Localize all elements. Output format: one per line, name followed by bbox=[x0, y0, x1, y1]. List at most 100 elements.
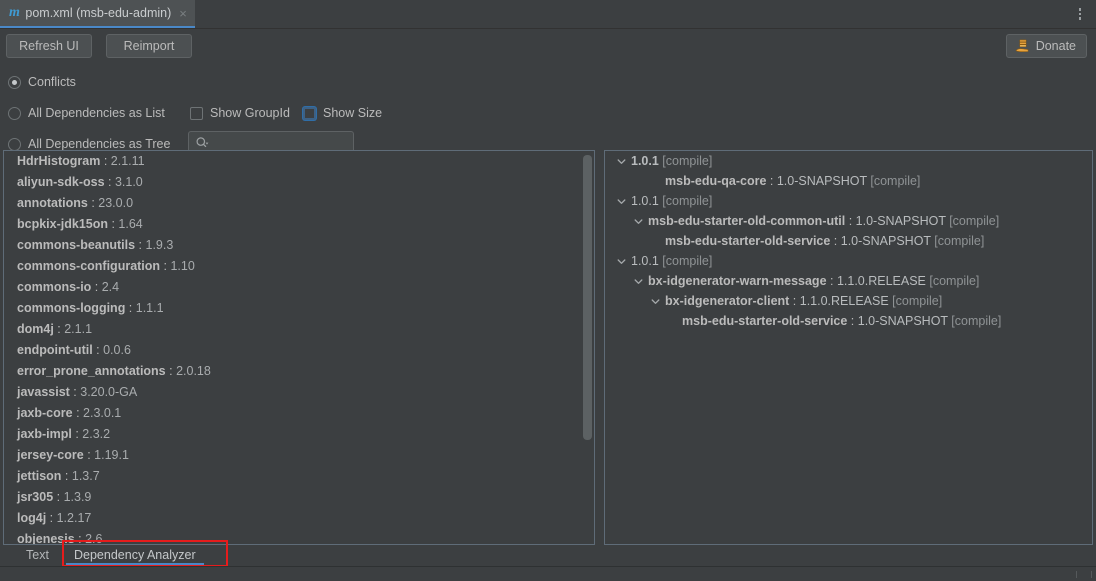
status-bar bbox=[0, 566, 1096, 581]
dependency-separator: : bbox=[104, 175, 115, 189]
dependency-tree-label: msb-edu-starter-old-service : 1.0-SNAPSH… bbox=[665, 231, 984, 251]
dependency-tree-label: bx-idgenerator-warn-message : 1.1.0.RELE… bbox=[648, 271, 979, 291]
dependency-list-item[interactable]: log4j : 1.2.17 bbox=[4, 508, 594, 529]
dependency-tree-row[interactable]: bx-idgenerator-warn-message : 1.1.0.RELE… bbox=[605, 271, 1092, 291]
dependency-list-item[interactable]: jaxb-core : 2.3.0.1 bbox=[4, 403, 594, 424]
chevron-down-icon[interactable] bbox=[615, 255, 628, 268]
dependency-analyzer-window: m pom.xml (msb-edu-admin) × Refresh UI R… bbox=[0, 0, 1096, 581]
dependency-tree-panel: 1.0.1 [compile] msb-edu-qa-core : 1.0-SNA… bbox=[604, 150, 1093, 545]
dependency-list-item[interactable]: objenesis : 2.6 bbox=[4, 529, 594, 544]
radio-conflicts[interactable]: Conflicts bbox=[8, 75, 76, 89]
editor-tab-pom-xml[interactable]: m pom.xml (msb-edu-admin) × bbox=[0, 0, 195, 28]
dependency-separator: : bbox=[91, 280, 102, 294]
dependency-artifact: bcpkix-jdk15on bbox=[17, 217, 108, 231]
dependency-list-item[interactable]: dom4j : 2.1.1 bbox=[4, 319, 594, 340]
chevron-down-icon[interactable] bbox=[615, 195, 628, 208]
radio-indicator bbox=[8, 137, 21, 151]
handle-bar bbox=[1081, 571, 1092, 578]
dependency-tree-row[interactable]: 1.0.1 [compile] bbox=[605, 191, 1092, 211]
dependency-version: 2.1.11 bbox=[110, 154, 145, 168]
reimport-button[interactable]: Reimport bbox=[106, 34, 192, 58]
radio-row-conflicts: Conflicts bbox=[8, 75, 76, 89]
dependency-version: 1.2.17 bbox=[56, 511, 92, 525]
dependency-separator: : bbox=[165, 364, 177, 378]
dependency-scope: [compile] bbox=[925, 274, 980, 288]
dependency-list-item[interactable]: endpoint-util : 0.0.6 bbox=[4, 340, 594, 361]
search-icon bbox=[196, 137, 209, 148]
dependency-scope: [compile] bbox=[888, 294, 943, 308]
dependency-tree-row[interactable]: msb-edu-starter-old-service : 1.0-SNAPSH… bbox=[605, 231, 1092, 251]
dependency-separator: : bbox=[87, 196, 99, 210]
dependency-tree-label: msb-edu-qa-core : 1.0-SNAPSHOT [compile] bbox=[665, 171, 920, 191]
dependency-list[interactable]: HdrHistogram : 2.1.11 aliyun-sdk-oss : 3.… bbox=[4, 151, 594, 544]
dependency-artifact: annotations bbox=[17, 196, 88, 210]
dependency-list-item[interactable]: aliyun-sdk-oss : 3.1.0 bbox=[4, 172, 594, 193]
scrollbar-thumb[interactable] bbox=[583, 155, 592, 440]
dependency-list-item[interactable]: error_prone_annotations : 2.0.18 bbox=[4, 361, 594, 382]
dependency-artifact: aliyun-sdk-oss bbox=[17, 175, 105, 189]
dependency-list-item[interactable]: bcpkix-jdk15on : 1.64 bbox=[4, 214, 594, 235]
tab-dependency-analyzer[interactable]: Dependency Analyzer bbox=[66, 545, 204, 566]
dependency-version: 1.0.1 bbox=[631, 194, 659, 208]
dependency-separator: : bbox=[69, 385, 81, 399]
dependency-list-item[interactable]: javassist : 3.20.0-GA bbox=[4, 382, 594, 403]
refresh-ui-button[interactable]: Refresh UI bbox=[6, 34, 92, 58]
donate-button[interactable]: Donate bbox=[1005, 34, 1087, 58]
dependency-tree-row[interactable]: 1.0.1 [compile] bbox=[605, 251, 1092, 271]
dependency-list-item[interactable]: commons-io : 2.4 bbox=[4, 277, 594, 298]
dependency-separator: : bbox=[125, 301, 136, 315]
dependency-list-item[interactable]: commons-beanutils : 1.9.3 bbox=[4, 235, 594, 256]
dependency-list-item[interactable]: annotations : 23.0.0 bbox=[4, 193, 594, 214]
checkbox-show-size[interactable]: Show Size bbox=[303, 106, 382, 120]
editor-tab-strip: m pom.xml (msb-edu-admin) × bbox=[0, 0, 1096, 29]
radio-row-all-tree: All Dependencies as Tree bbox=[8, 137, 170, 151]
dependency-version: 2.6 bbox=[85, 532, 103, 544]
dependency-tree-row[interactable]: msb-edu-qa-core : 1.0-SNAPSHOT [compile] bbox=[605, 171, 1092, 191]
dependency-artifact: jaxb-impl bbox=[17, 427, 72, 441]
dependency-separator: : bbox=[789, 294, 800, 308]
dependency-list-item[interactable]: jaxb-impl : 2.3.2 bbox=[4, 424, 594, 445]
dependency-tree-row[interactable]: 1.0.1 [compile] bbox=[605, 151, 1092, 171]
dependency-version: 1.3.7 bbox=[71, 469, 100, 483]
chevron-down-icon[interactable] bbox=[632, 275, 645, 288]
dependency-separator: : bbox=[847, 314, 858, 328]
kebab-menu-icon[interactable] bbox=[1071, 5, 1089, 23]
dependency-list-scrollbar[interactable] bbox=[583, 152, 592, 544]
dependency-tree-row[interactable]: bx-idgenerator-client : 1.1.0.RELEASE [c… bbox=[605, 291, 1092, 311]
split-panels: HdrHistogram : 2.1.11 aliyun-sdk-oss : 3.… bbox=[3, 150, 1093, 545]
dependency-version: 1.0-SNAPSHOT bbox=[776, 174, 867, 188]
chevron-down-icon[interactable] bbox=[632, 215, 645, 228]
dependency-artifact: bx-idgenerator-warn-message bbox=[648, 274, 827, 288]
dependency-version: 1.0-SNAPSHOT bbox=[857, 314, 948, 328]
dependency-version: 1.1.0.RELEASE bbox=[836, 274, 926, 288]
dependency-list-item[interactable]: commons-configuration : 1.10 bbox=[4, 256, 594, 277]
dependency-scope: [compile] bbox=[947, 314, 1002, 328]
dependency-list-item[interactable]: jettison : 1.3.7 bbox=[4, 466, 594, 487]
dependency-list-item[interactable]: HdrHistogram : 2.1.11 bbox=[4, 151, 594, 172]
checkbox-show-groupid[interactable]: Show GroupId bbox=[190, 106, 290, 120]
dependency-tree-label: bx-idgenerator-client : 1.1.0.RELEASE [c… bbox=[665, 291, 942, 311]
dependency-list-panel: HdrHistogram : 2.1.11 aliyun-sdk-oss : 3.… bbox=[3, 150, 595, 545]
dependency-artifact: jersey-core bbox=[17, 448, 84, 462]
kebab-dot bbox=[1078, 17, 1082, 20]
donate-button-label: Donate bbox=[1035, 39, 1076, 53]
dependency-list-item[interactable]: jsr305 : 1.3.9 bbox=[4, 487, 594, 508]
radio-all-dependencies-as-tree[interactable]: All Dependencies as Tree bbox=[8, 137, 170, 151]
search-input[interactable] bbox=[213, 136, 343, 150]
dependency-list-item[interactable]: commons-logging : 1.1.1 bbox=[4, 298, 594, 319]
dependency-tree-label: 1.0.1 [compile] bbox=[631, 191, 712, 211]
close-icon[interactable]: × bbox=[179, 7, 187, 20]
dependency-version: 1.0-SNAPSHOT bbox=[840, 234, 931, 248]
chevron-down-icon[interactable] bbox=[649, 295, 662, 308]
kebab-dot bbox=[1078, 8, 1082, 11]
dependency-tree[interactable]: 1.0.1 [compile] msb-edu-qa-core : 1.0-SNA… bbox=[605, 151, 1092, 544]
dependency-tree-row[interactable]: msb-edu-starter-old-common-util : 1.0-SN… bbox=[605, 211, 1092, 231]
dependency-tree-row[interactable]: msb-edu-starter-old-service : 1.0-SNAPSH… bbox=[605, 311, 1092, 331]
dependency-separator: : bbox=[830, 234, 841, 248]
chevron-down-icon[interactable] bbox=[615, 155, 628, 168]
dependency-tree-label: msb-edu-starter-old-common-util : 1.0-SN… bbox=[648, 211, 999, 231]
tab-text[interactable]: Text bbox=[18, 545, 57, 566]
radio-all-dependencies-as-list[interactable]: All Dependencies as List bbox=[8, 106, 165, 120]
radio-all-dependencies-as-list-label: All Dependencies as List bbox=[28, 106, 165, 120]
dependency-list-item[interactable]: jersey-core : 1.19.1 bbox=[4, 445, 594, 466]
